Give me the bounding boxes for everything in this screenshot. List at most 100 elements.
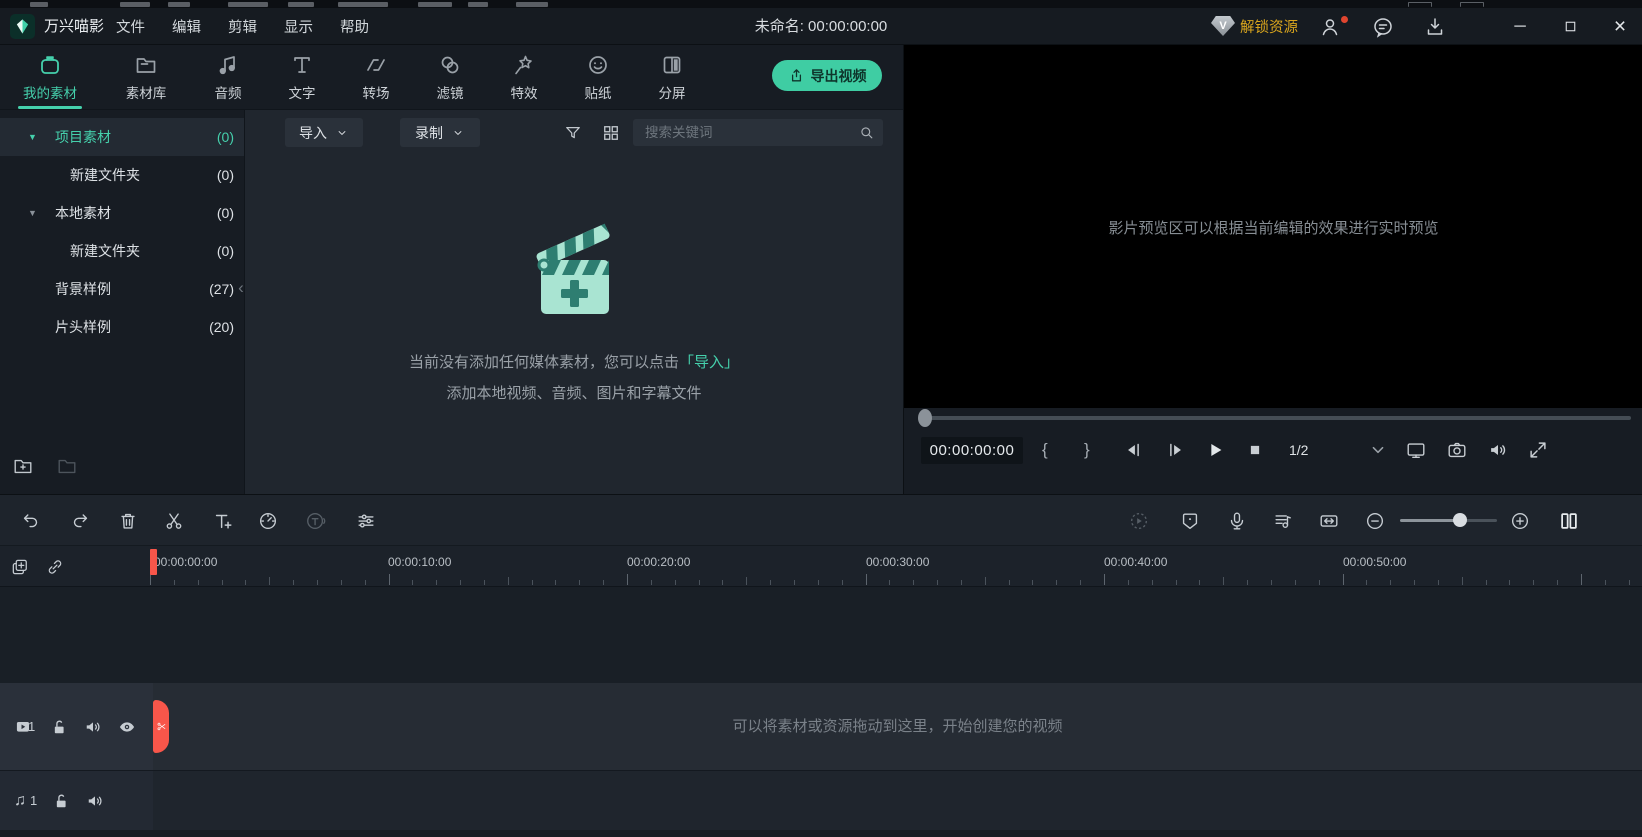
tab-stock-library[interactable]: 素材库 [120,45,172,109]
export-icon [788,67,805,84]
timeline-zoom-slider[interactable] [1400,519,1497,522]
sidebar-item-project-media[interactable]: ▼项目素材(0) [0,118,244,156]
playhead-marker[interactable] [150,549,157,575]
music-note-icon [216,53,240,77]
add-text-icon[interactable] [212,510,234,532]
expand-triangle-icon[interactable]: ▼ [28,208,37,218]
duplicate-icon[interactable] [10,557,30,577]
record-button[interactable]: 录制 [400,118,480,147]
tab-stickers[interactable]: 贴纸 [580,45,616,109]
undo-icon[interactable] [20,510,42,532]
delete-folder-button[interactable] [56,455,78,477]
adjust-sliders-icon[interactable] [355,510,377,532]
dual-pane-toggle-icon[interactable] [1558,510,1580,532]
tab-filters[interactable]: 滤镜 [432,45,468,109]
ruler-label: 00:00:20:00 [627,555,690,569]
tab-effects[interactable]: 特效 [506,45,542,109]
speaker-icon[interactable] [1487,439,1509,461]
filter-circles-icon [438,53,462,77]
ruler-label: 00:00:40:00 [1104,555,1167,569]
delete-trash-icon[interactable] [117,510,139,532]
tab-text[interactable]: 文字 [284,45,320,109]
filter-funnel-icon[interactable] [563,123,583,143]
empty-hint-line2: 添加本地视频、音频、图片和字幕文件 [245,382,903,403]
sidebar-item-local-media[interactable]: ▼本地素材(0) [0,194,244,232]
menu-clip[interactable]: 剪辑 [228,16,257,37]
text-to-speech-icon[interactable] [305,510,327,532]
seekbar-handle[interactable] [918,409,932,427]
minimize-button[interactable]: ─ [1505,8,1535,45]
search-box[interactable] [633,119,883,146]
menu-file[interactable]: 文件 [116,16,145,37]
vip-badge-icon[interactable]: V [1211,16,1235,36]
render-preview-icon[interactable] [1128,510,1150,532]
timeline-ruler[interactable]: 00:00:00:00 00:00:10:00 00:00:20:00 00:0… [148,546,1642,588]
audio-track-number: 1 [30,793,37,808]
lock-track-icon[interactable] [49,717,69,737]
media-panel: 导入 录制 当前没有添加任何媒体素材，您可以点击「导入」 添加本地视频、音频、图 [245,110,903,494]
play-button[interactable] [1204,439,1226,461]
split-scissors-icon[interactable] [163,510,185,532]
zoom-to-fit-icon[interactable] [1318,510,1340,532]
sidebar-item-background-samples[interactable]: 背景样例(27) [0,270,244,308]
account-icon[interactable] [1318,15,1342,39]
speed-gauge-icon[interactable] [257,510,279,532]
export-video-button[interactable]: 导出视频 [772,60,882,91]
snapshot-camera-icon[interactable] [1446,439,1468,461]
mark-in-button[interactable]: { [1042,439,1048,461]
hide-track-eye-icon[interactable] [117,717,137,737]
sidebar-item-new-folder-1[interactable]: 新建文件夹(0) [0,156,244,194]
display-device-icon[interactable] [1405,439,1427,461]
menu-edit[interactable]: 编辑 [172,16,201,37]
fullscreen-expand-icon[interactable] [1527,439,1549,461]
tab-my-media[interactable]: 我的素材 [18,45,82,109]
marker-icon[interactable] [1179,510,1201,532]
sidebar-item-new-folder-2[interactable]: 新建文件夹(0) [0,232,244,270]
tab-audio[interactable]: 音频 [210,45,246,109]
audio-track: ♫ 1 [0,770,1642,830]
magic-star-icon [512,53,536,77]
tab-split-screen[interactable]: 分屏 [654,45,690,109]
video-track-lane[interactable] [153,683,1642,770]
preview-quality-value[interactable]: 1/2 [1289,439,1308,461]
stop-button[interactable] [1244,439,1266,461]
grid-view-icon[interactable] [601,123,621,143]
ruler-label: 00:00:00:00 [154,555,217,569]
preview-timecode: 00:00:00:00 [921,437,1023,464]
search-icon[interactable] [858,124,875,141]
import-button[interactable]: 导入 [285,118,363,147]
timeline-toolbar [0,494,1642,545]
zoom-slider-handle[interactable] [1453,513,1467,527]
voiceover-mic-icon[interactable] [1226,510,1248,532]
quality-dropdown-caret-icon[interactable] [1367,439,1389,461]
search-input[interactable] [645,125,858,140]
redo-icon[interactable] [69,510,91,532]
preview-seekbar[interactable] [921,416,1631,420]
unlock-resources-button[interactable]: 解锁资源 [1240,8,1298,45]
mark-out-button[interactable]: } [1084,439,1090,461]
empty-hint-line1: 当前没有添加任何媒体素材，您可以点击「导入」 [245,351,903,372]
zoom-in-icon[interactable] [1509,510,1531,532]
download-icon[interactable] [1423,15,1447,39]
audio-mixer-icon[interactable] [1272,510,1294,532]
mute-track-icon[interactable] [83,717,103,737]
zoom-out-icon[interactable] [1364,510,1386,532]
previous-frame-button[interactable] [1123,439,1145,461]
mute-track-icon[interactable] [85,791,105,811]
close-button[interactable]: × [1605,8,1635,45]
maximize-button[interactable] [1555,8,1585,45]
transition-icon [364,53,388,77]
import-link[interactable]: 「导入」 [679,354,739,371]
menu-view[interactable]: 显示 [284,16,313,37]
next-frame-button[interactable] [1164,439,1186,461]
playhead-split-handle[interactable] [153,700,169,753]
menu-help[interactable]: 帮助 [340,16,369,37]
expand-triangle-icon[interactable]: ▼ [28,132,37,142]
sidebar-item-intro-samples[interactable]: 片头样例(20) [0,308,244,346]
tab-transitions[interactable]: 转场 [358,45,394,109]
feedback-chat-icon[interactable] [1371,15,1395,39]
new-folder-button[interactable] [12,455,34,477]
lock-track-icon[interactable] [51,791,71,811]
link-clips-icon[interactable] [45,557,65,577]
audio-track-lane[interactable] [153,771,1642,830]
